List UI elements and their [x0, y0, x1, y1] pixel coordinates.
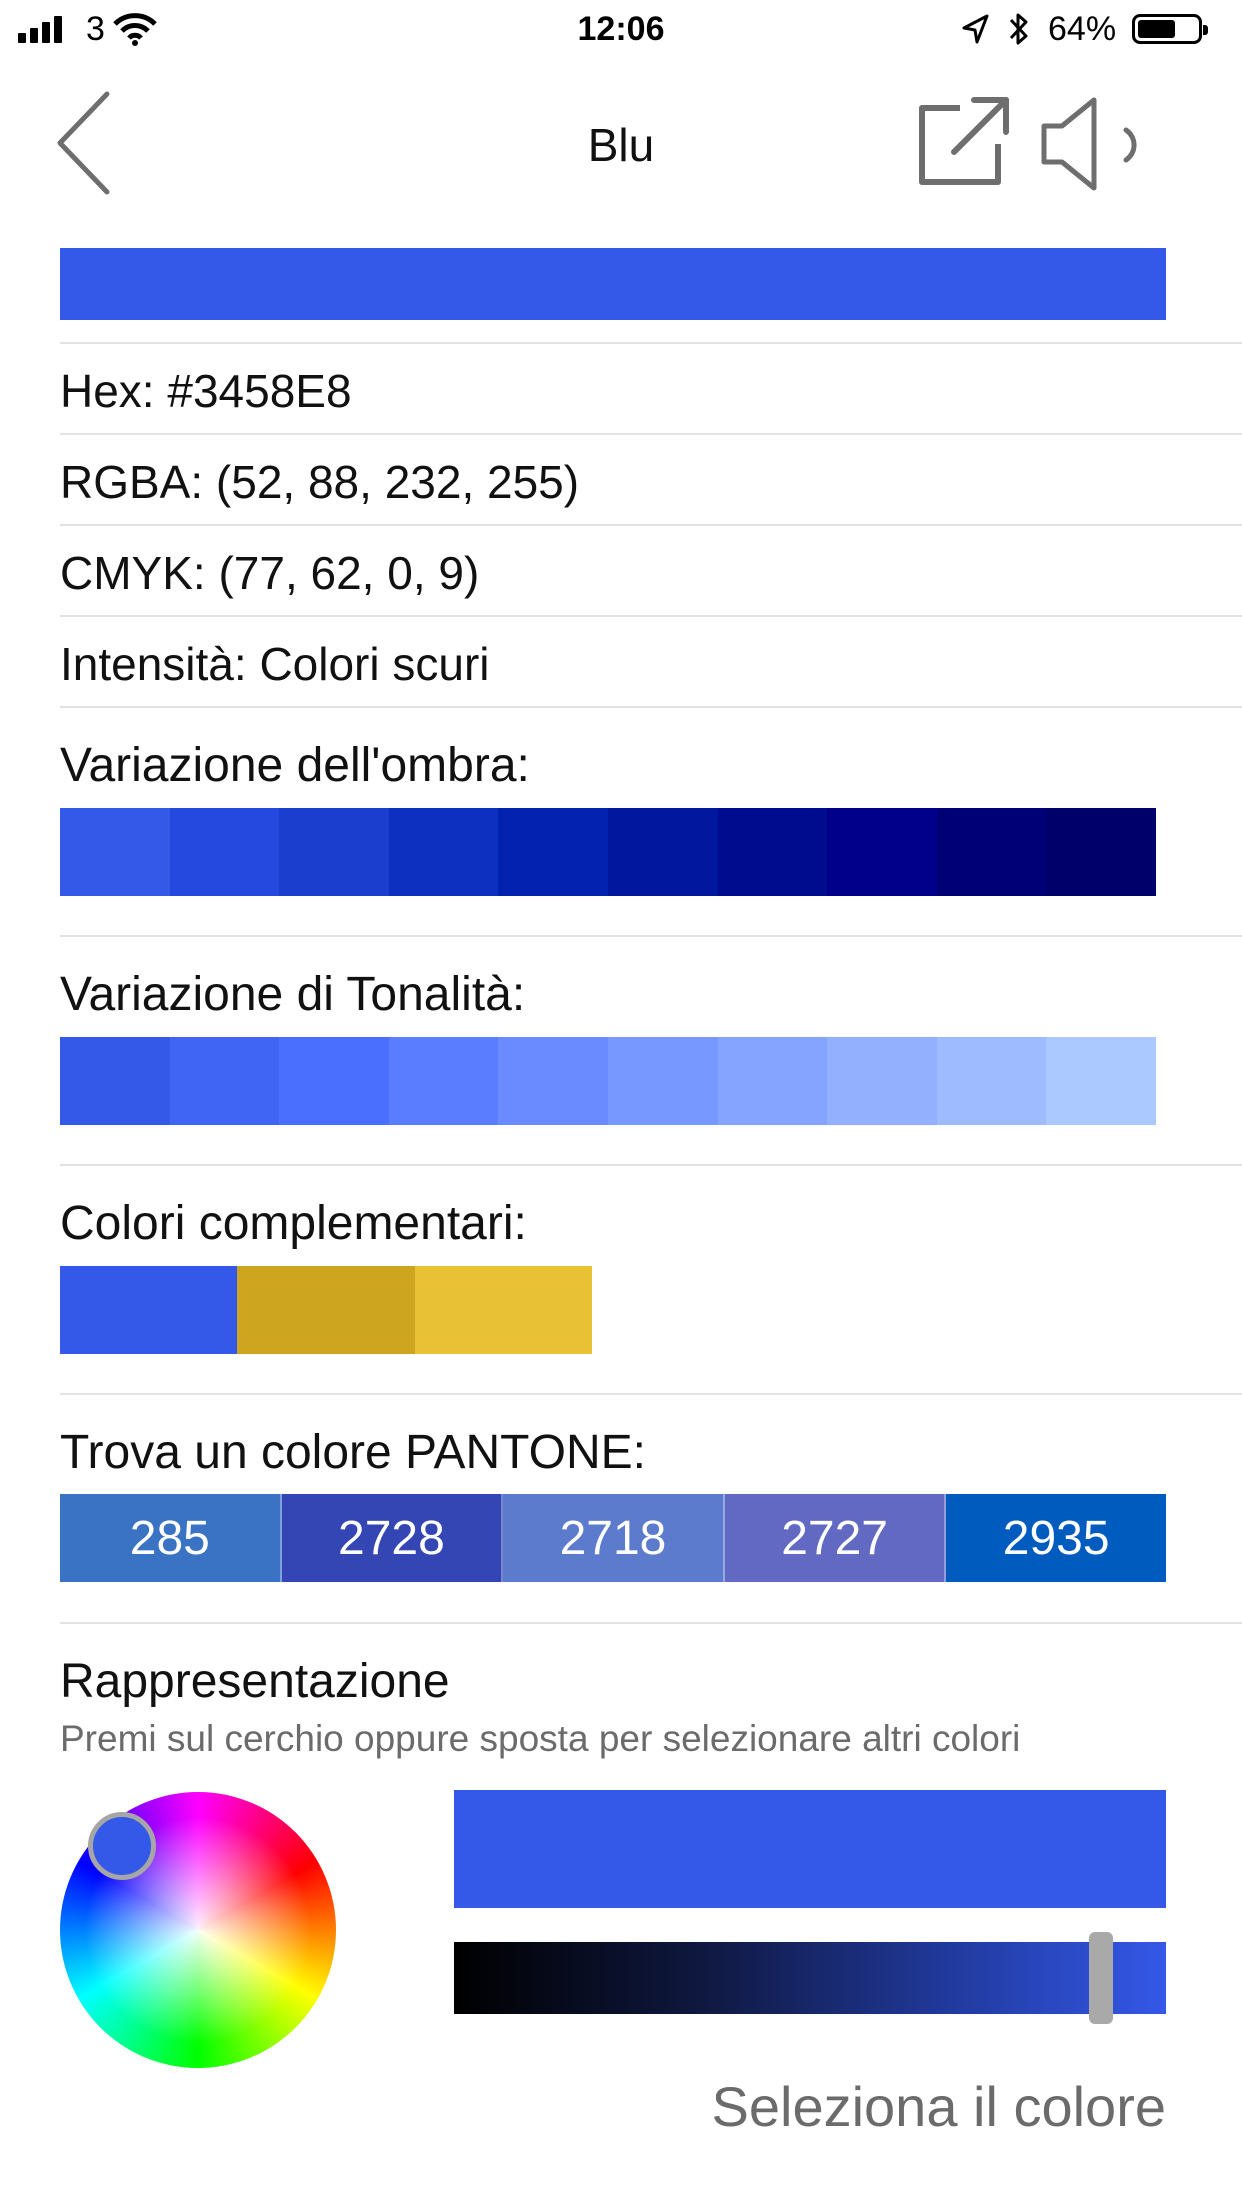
brightness-slider-thumb[interactable]: [1089, 1932, 1113, 2024]
tint-swatch-4[interactable]: [388, 1037, 499, 1125]
bluetooth-icon: [1006, 10, 1032, 57]
tints-strip: [60, 1037, 1156, 1125]
shade-swatch-7[interactable]: [717, 808, 828, 896]
color-swatch: [60, 248, 1166, 320]
color-preview: [454, 1790, 1166, 1908]
complementary-title: Colori complementari:: [60, 1197, 527, 1250]
pantone-swatch-2728[interactable]: 2728: [281, 1494, 504, 1582]
divider: [60, 1164, 1242, 1166]
tint-swatch-8[interactable]: [827, 1037, 937, 1125]
divider: [60, 524, 1242, 526]
battery-icon: [1132, 14, 1208, 44]
shade-swatch-9[interactable]: [936, 808, 1047, 896]
tints-title: Variazione di Tonalità:: [60, 968, 526, 1021]
tint-swatch-10[interactable]: [1046, 1037, 1156, 1125]
tint-swatch-5[interactable]: [498, 1037, 608, 1125]
tint-swatch-7[interactable]: [717, 1037, 828, 1125]
status-bar: 3 12:06 64%: [0, 0, 1242, 62]
pantone-title: Trova un colore PANTONE:: [60, 1426, 646, 1479]
tint-swatch-9[interactable]: [936, 1037, 1047, 1125]
shade-swatch-5[interactable]: [498, 808, 608, 896]
pantone-swatch-2718[interactable]: 2718: [503, 1494, 725, 1582]
divider: [60, 1622, 1242, 1624]
intensity-value: Intensità: Colori scuri: [60, 638, 490, 690]
pantone-row: 285 2728 2718 2727 2935: [60, 1494, 1166, 1582]
hex-value[interactable]: Hex: #3458E8: [60, 364, 352, 418]
pantone-swatch-285[interactable]: 285: [60, 1494, 282, 1582]
shade-swatch-10[interactable]: [1046, 808, 1156, 896]
tint-swatch-1[interactable]: [60, 1037, 170, 1125]
divider: [60, 1393, 1242, 1395]
shade-swatch-3[interactable]: [279, 808, 389, 896]
shades-strip: [60, 808, 1156, 896]
speaker-icon: [1041, 97, 1137, 191]
pantone-swatch-2935[interactable]: 2935: [946, 1494, 1166, 1582]
representation-hint: Premi sul cerchio oppure sposta per sele…: [60, 1718, 1021, 1759]
brightness-slider[interactable]: [454, 1942, 1166, 2014]
divider: [60, 935, 1242, 937]
divider: [60, 706, 1242, 708]
select-color-button[interactable]: Seleziona il colore: [0, 2074, 1166, 2139]
divider: [60, 342, 1242, 344]
share-button[interactable]: [914, 94, 1014, 194]
shade-swatch-6[interactable]: [607, 808, 718, 896]
representation-title: Rappresentazione: [60, 1655, 450, 1708]
tint-swatch-3[interactable]: [279, 1037, 389, 1125]
location-icon: [960, 12, 990, 55]
divider: [60, 433, 1242, 435]
complementary-swatch-3[interactable]: [414, 1266, 592, 1354]
share-icon: [919, 97, 1009, 185]
speaker-button[interactable]: [1038, 94, 1158, 194]
tint-swatch-2[interactable]: [169, 1037, 280, 1125]
shade-swatch-4[interactable]: [388, 808, 499, 896]
complementary-strip: [60, 1266, 592, 1354]
complementary-swatch-2[interactable]: [237, 1266, 415, 1354]
pantone-swatch-2727[interactable]: 2727: [724, 1494, 947, 1582]
shade-swatch-1[interactable]: [60, 808, 170, 896]
battery-percent: 64%: [1048, 10, 1117, 48]
color-wheel-knob[interactable]: [88, 1812, 156, 1880]
tint-swatch-6[interactable]: [607, 1037, 718, 1125]
shade-swatch-8[interactable]: [827, 808, 937, 896]
shade-swatch-2[interactable]: [169, 808, 280, 896]
complementary-swatch-1[interactable]: [60, 1266, 238, 1354]
divider: [60, 615, 1242, 617]
shades-title: Variazione dell'ombra:: [60, 739, 530, 792]
cmyk-value[interactable]: CMYK: (77, 62, 0, 9): [60, 546, 479, 600]
rgba-value[interactable]: RGBA: (52, 88, 232, 255): [60, 455, 579, 509]
